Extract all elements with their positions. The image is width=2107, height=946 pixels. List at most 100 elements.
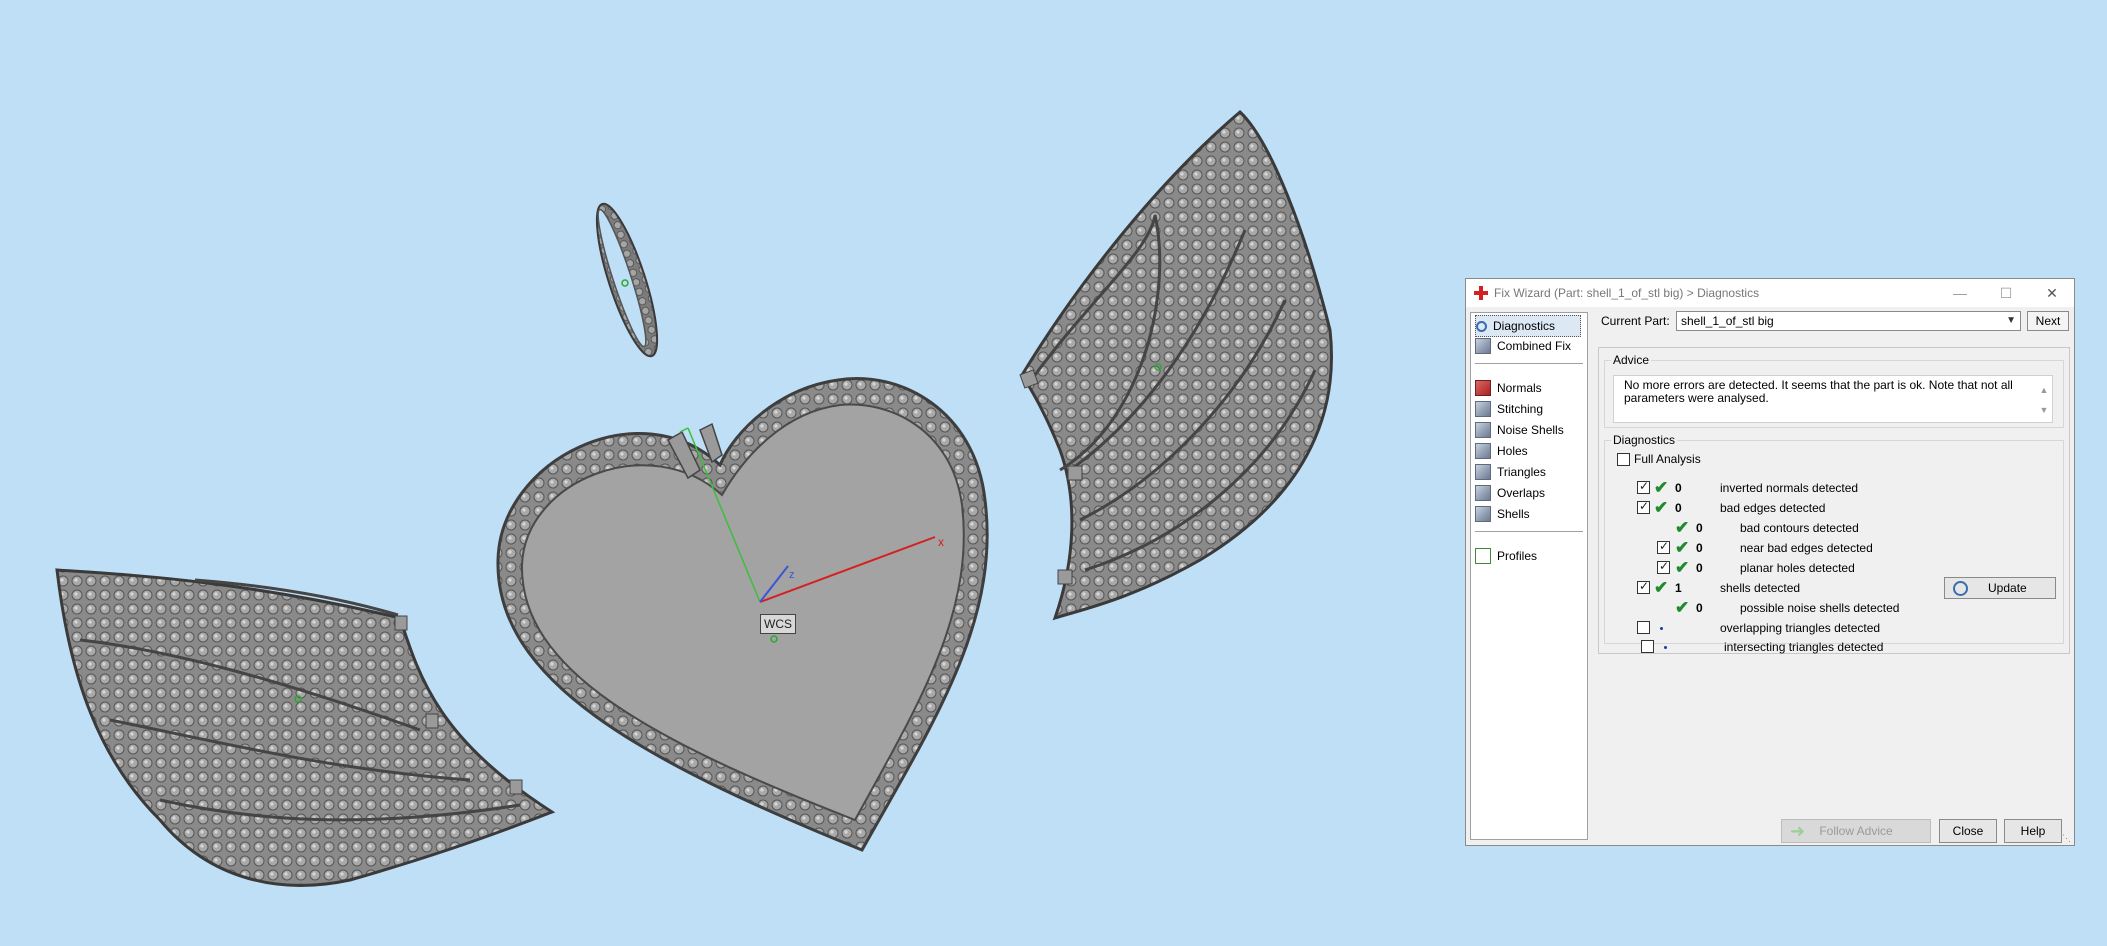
check-icon: ✔ <box>1675 558 1690 577</box>
heart-pendant <box>496 377 989 852</box>
holes-icon <box>1475 443 1491 459</box>
planar-holes-label: planar holes detected <box>1740 561 1855 575</box>
nav-item-label: Combined Fix <box>1497 339 1572 353</box>
intersecting-triangles-checkbox[interactable] <box>1641 640 1654 653</box>
nav-item-label: Profiles <box>1497 549 1538 563</box>
nav-divider <box>1475 363 1583 364</box>
follow-advice-label: Follow Advice <box>1819 824 1893 838</box>
full-analysis-checkbox[interactable] <box>1617 453 1630 466</box>
overlapping-triangles-checkbox[interactable] <box>1637 621 1650 634</box>
bad-edges-label: bad edges detected <box>1720 501 1826 515</box>
check-icon: ✔ <box>1675 598 1690 617</box>
diagnostics-group: Diagnostics Full Analysis ✔ 0 inverted n… <box>1604 433 2064 644</box>
current-part-value: shell_1_of_stl big <box>1681 314 1774 328</box>
current-part-select[interactable]: shell_1_of_stl big ▼ <box>1676 311 2021 331</box>
next-button[interactable]: Next <box>2027 311 2069 331</box>
stitching-icon <box>1475 401 1491 417</box>
inverted-normals-label: inverted normals detected <box>1720 481 1859 495</box>
nav-item-normals[interactable]: Normals <box>1475 378 1542 398</box>
shells-icon <box>1475 506 1491 522</box>
nav-item-holes[interactable]: Holes <box>1475 441 1528 461</box>
window-close-button[interactable]: ✕ <box>2030 279 2074 307</box>
update-label: Update <box>1988 581 2027 595</box>
minimize-button[interactable]: — <box>1938 279 1982 307</box>
near-bad-edges-label: near bad edges detected <box>1740 541 1873 555</box>
overlaps-icon <box>1475 485 1491 501</box>
bad-edges-checkbox[interactable] <box>1637 499 1650 514</box>
red-cross-icon <box>1474 286 1488 300</box>
chevron-down-icon: ▼ <box>2006 315 2016 326</box>
dialog-title: Fix Wizard (Part: shell_1_of_stl big) > … <box>1494 286 1760 300</box>
check-icon: ✔ <box>1675 518 1690 537</box>
nav-item-label: Diagnostics <box>1493 319 1556 333</box>
advice-title: Advice <box>1611 353 1652 367</box>
nav-item-label: Holes <box>1497 444 1528 458</box>
shells-label: shells detected <box>1720 581 1801 595</box>
z-axis-label: z <box>789 569 795 581</box>
follow-advice-button[interactable]: ➜ Follow Advice <box>1781 819 1931 843</box>
overlapping-triangles-label: overlapping triangles detected <box>1720 621 1881 635</box>
advice-group: Advice No more errors are detected. It s… <box>1604 353 2064 428</box>
resize-grip-icon[interactable]: ⋱ <box>2062 833 2072 843</box>
x-axis-label: x <box>938 535 944 549</box>
nav-item-noise-shells[interactable]: Noise Shells <box>1475 420 1564 440</box>
full-analysis-label: Full Analysis <box>1634 452 1701 466</box>
shells-count: 1 <box>1675 581 1682 595</box>
arrow-right-icon: ➜ <box>1790 821 1806 841</box>
magnifier-icon <box>1476 320 1487 332</box>
not-analysed-dot-icon <box>1660 627 1663 630</box>
bail-ring <box>595 202 659 358</box>
nav-item-profiles[interactable]: Profiles <box>1475 546 1537 566</box>
planar-holes-count: 0 <box>1696 561 1703 575</box>
wcs-label: WCS <box>760 614 796 634</box>
nav-item-stitching[interactable]: Stitching <box>1475 399 1543 419</box>
check-icon: ✔ <box>1654 478 1669 497</box>
nav-item-triangles[interactable]: Triangles <box>1475 462 1546 482</box>
fix-wizard-nav: Diagnostics Combined Fix Normals Stitchi… <box>1470 312 1588 840</box>
magnifier-icon <box>1953 580 1968 596</box>
bad-contours-count: 0 <box>1696 521 1703 535</box>
check-icon: ✔ <box>1654 498 1669 517</box>
bad-edges-count: 0 <box>1675 501 1682 515</box>
near-bad-edges-checkbox[interactable] <box>1657 539 1670 554</box>
diagnostics-panel: Advice No more errors are detected. It s… <box>1598 347 2070 654</box>
nav-item-label: Triangles <box>1497 465 1546 479</box>
advice-text: No more errors are detected. It seems th… <box>1624 378 2013 405</box>
planar-holes-checkbox[interactable] <box>1657 559 1670 574</box>
near-bad-edges-count: 0 <box>1696 541 1703 555</box>
help-button[interactable]: Help <box>2004 819 2062 843</box>
current-part-label: Current Part: <box>1601 314 1670 328</box>
nav-divider <box>1475 531 1583 532</box>
fix-wizard-dialog: Fix Wizard (Part: shell_1_of_stl big) > … <box>1465 278 2075 846</box>
nav-item-label: Overlaps <box>1497 486 1546 500</box>
nav-item-label: Noise Shells <box>1497 423 1564 437</box>
close-button[interactable]: Close <box>1939 819 1997 843</box>
dialog-titlebar[interactable]: Fix Wizard (Part: shell_1_of_stl big) > … <box>1466 279 2074 307</box>
nav-item-diagnostics[interactable]: Diagnostics <box>1475 315 1581 337</box>
nav-item-label: Stitching <box>1497 402 1544 416</box>
check-icon: ✔ <box>1654 578 1669 597</box>
nav-item-label: Normals <box>1497 381 1542 395</box>
advice-scrollbar[interactable]: ▲ ▼ <box>2038 380 2050 420</box>
left-wing <box>55 568 556 887</box>
nav-item-combined-fix[interactable]: Combined Fix <box>1475 336 1571 356</box>
noise-shells-count: 0 <box>1696 601 1703 615</box>
advice-text-box[interactable]: No more errors are detected. It seems th… <box>1613 375 2053 423</box>
nav-item-shells[interactable]: Shells <box>1475 504 1530 524</box>
inverted-normals-checkbox[interactable] <box>1637 479 1650 494</box>
intersecting-triangles-label: intersecting triangles detected <box>1724 640 1884 654</box>
right-wing <box>1019 109 1333 621</box>
noise-shells-icon <box>1475 422 1491 438</box>
document-icon <box>1475 548 1491 564</box>
triangles-icon <box>1475 464 1491 480</box>
maximize-button[interactable]: ☐ <box>1984 279 2028 307</box>
update-button[interactable]: Update <box>1944 577 2056 599</box>
not-analysed-dot-icon <box>1664 646 1667 649</box>
shells-checkbox[interactable] <box>1637 579 1650 594</box>
inverted-normals-count: 0 <box>1675 481 1682 495</box>
normals-icon <box>1475 380 1491 396</box>
cube-icon <box>1475 338 1491 354</box>
bad-contours-label: bad contours detected <box>1740 521 1859 535</box>
nav-item-label: Shells <box>1497 507 1530 521</box>
nav-item-overlaps[interactable]: Overlaps <box>1475 483 1545 503</box>
